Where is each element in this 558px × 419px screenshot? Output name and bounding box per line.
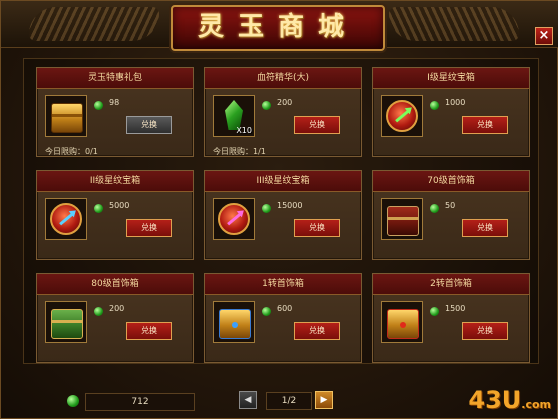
window-title: 灵玉商城: [197, 12, 358, 42]
item-icon-slot[interactable]: [45, 95, 87, 137]
item-price: 1000: [445, 98, 466, 107]
item-grid: 灵玉特惠礼包 98 兑换 今日限购：0/1 血符精华(大) X10 200 兑换 今日限购：1/…: [23, 58, 539, 364]
daily-limit: 今日限购：1/1: [213, 147, 266, 156]
item-name: III级星纹宝箱: [205, 171, 361, 192]
exchange-button[interactable]: 兑换: [462, 219, 508, 237]
red-gold-chest-icon: [387, 309, 419, 339]
site-watermark-logo: 43U.com: [468, 386, 551, 414]
shop-item-card: 血符精华(大) X10 200 兑换今日限购：1/1: [204, 67, 362, 157]
item-name: 1转首饰箱: [205, 274, 361, 295]
prev-page-button[interactable]: ◀: [239, 391, 257, 409]
item-price: 600: [277, 304, 293, 313]
item-icon-slot[interactable]: [381, 95, 423, 137]
jade-currency-icon: [94, 101, 103, 110]
jade-currency-icon: [430, 101, 439, 110]
item-quantity: X10: [236, 126, 252, 135]
exchange-button[interactable]: 兑换: [462, 116, 508, 134]
item-price: 1500: [445, 304, 466, 313]
red-chest-icon: [387, 206, 419, 236]
jade-currency-icon: [262, 204, 271, 213]
exchange-button[interactable]: 兑换: [462, 322, 508, 340]
shop-item-card: III级星纹宝箱 15000 兑换: [204, 170, 362, 260]
item-name: II级星纹宝箱: [37, 171, 193, 192]
item-name: I级星纹宝箱: [373, 68, 529, 89]
star-pattern-orb-icon: [386, 100, 418, 132]
item-price: 200: [109, 304, 125, 313]
shop-item-card: 1转首饰箱 600 兑换: [204, 273, 362, 363]
item-price: 15000: [277, 201, 303, 210]
arrow-icon: [227, 211, 243, 226]
shop-item-card: 80级首饰箱 200 兑换: [36, 273, 194, 363]
watermark-suffix: .com: [521, 398, 551, 411]
item-price: 200: [277, 98, 293, 107]
item-icon-slot[interactable]: [381, 198, 423, 240]
exchange-button[interactable]: 兑换: [126, 116, 172, 134]
item-name: 血符精华(大): [205, 68, 361, 89]
item-icon-slot[interactable]: X10: [213, 95, 255, 137]
jade-currency-icon: [430, 307, 439, 316]
watermark-main: 43U: [468, 386, 522, 414]
dragon-ornament-left: [29, 7, 159, 41]
close-button[interactable]: ×: [535, 27, 553, 45]
item-icon-slot[interactable]: [381, 301, 423, 343]
jade-currency-icon: [262, 307, 271, 316]
exchange-button[interactable]: 兑换: [126, 322, 172, 340]
item-icon-slot[interactable]: [213, 198, 255, 240]
item-icon-slot[interactable]: [45, 301, 87, 343]
title-plate: 灵玉商城: [171, 5, 385, 51]
star-pattern-orb-icon: [50, 203, 82, 235]
exchange-button[interactable]: 兑换: [126, 219, 172, 237]
jade-currency-icon: [430, 204, 439, 213]
item-price: 50: [445, 201, 456, 210]
footer-bar: 712 ◀ 1/2 ▶: [23, 373, 537, 413]
arrow-icon: [395, 108, 411, 123]
shop-window: 灵玉商城 × 灵玉特惠礼包 98 兑换 今日限购：0/1 血符精华(大) X10 200 兑换…: [0, 0, 558, 419]
gold-chest-icon: [51, 103, 83, 133]
shop-item-card: II级星纹宝箱 5000 兑换: [36, 170, 194, 260]
item-price: 5000: [109, 201, 130, 210]
daily-limit: 今日限购：0/1: [45, 147, 98, 156]
item-name: 80级首饰箱: [37, 274, 193, 295]
jade-currency-icon: [262, 101, 271, 110]
shop-item-card: 70级首饰箱 50 兑换: [372, 170, 530, 260]
item-icon-slot[interactable]: [213, 301, 255, 343]
star-pattern-orb-icon: [218, 203, 250, 235]
page-indicator: 1/2: [266, 392, 312, 410]
jade-currency-icon: [94, 204, 103, 213]
jade-currency-icon: [94, 307, 103, 316]
dragon-ornament-right: [389, 7, 519, 41]
item-name: 2转首饰箱: [373, 274, 529, 295]
item-name: 70级首饰箱: [373, 171, 529, 192]
exchange-button[interactable]: 兑换: [294, 116, 340, 134]
exchange-button[interactable]: 兑换: [294, 219, 340, 237]
next-page-button[interactable]: ▶: [315, 391, 333, 409]
item-name: 灵玉特惠礼包: [37, 68, 193, 89]
blue-gold-chest-icon: [219, 309, 251, 339]
item-icon-slot[interactable]: [45, 198, 87, 240]
jade-currency-icon: [67, 395, 79, 407]
shop-item-card: 灵玉特惠礼包 98 兑换今日限购：0/1: [36, 67, 194, 157]
item-price: 98: [109, 98, 120, 107]
shop-item-card: I级星纹宝箱 1000 兑换: [372, 67, 530, 157]
green-chest-icon: [51, 309, 83, 339]
jade-balance: 712: [85, 393, 195, 411]
shop-item-card: 2转首饰箱 1500 兑换: [372, 273, 530, 363]
arrow-icon: [59, 211, 75, 226]
exchange-button[interactable]: 兑换: [294, 322, 340, 340]
